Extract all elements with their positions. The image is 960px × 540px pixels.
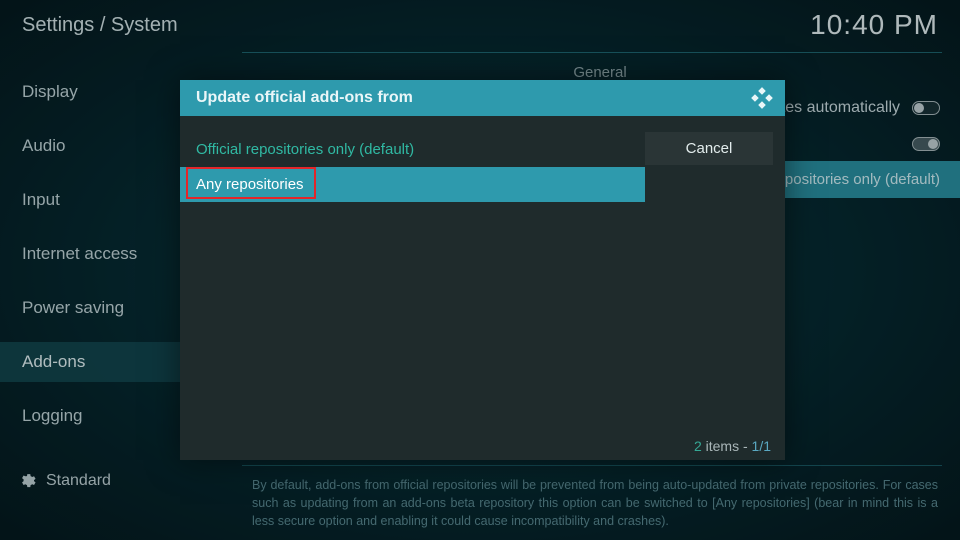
dialog-title: Update official add-ons from — [196, 89, 413, 107]
dialog-option-any[interactable]: Any repositories — [180, 167, 645, 202]
dialog-option-label: Any repositories — [196, 176, 304, 193]
dialog-footer: 2 items - 1/1 — [180, 434, 785, 460]
item-count: 2 — [694, 438, 702, 454]
item-count-label: items - — [706, 438, 748, 454]
kodi-logo-icon — [749, 85, 775, 111]
dialog-header: Update official add-ons from — [180, 80, 785, 116]
cancel-button[interactable]: Cancel — [645, 132, 773, 165]
page-indicator: 1/1 — [752, 438, 771, 454]
dialog-option-official[interactable]: Official repositories only (default) — [180, 132, 645, 167]
dialog-option-list: Official repositories only (default) Any… — [180, 116, 645, 434]
dialog-update-addons: Update official add-ons from Official re… — [180, 80, 785, 460]
